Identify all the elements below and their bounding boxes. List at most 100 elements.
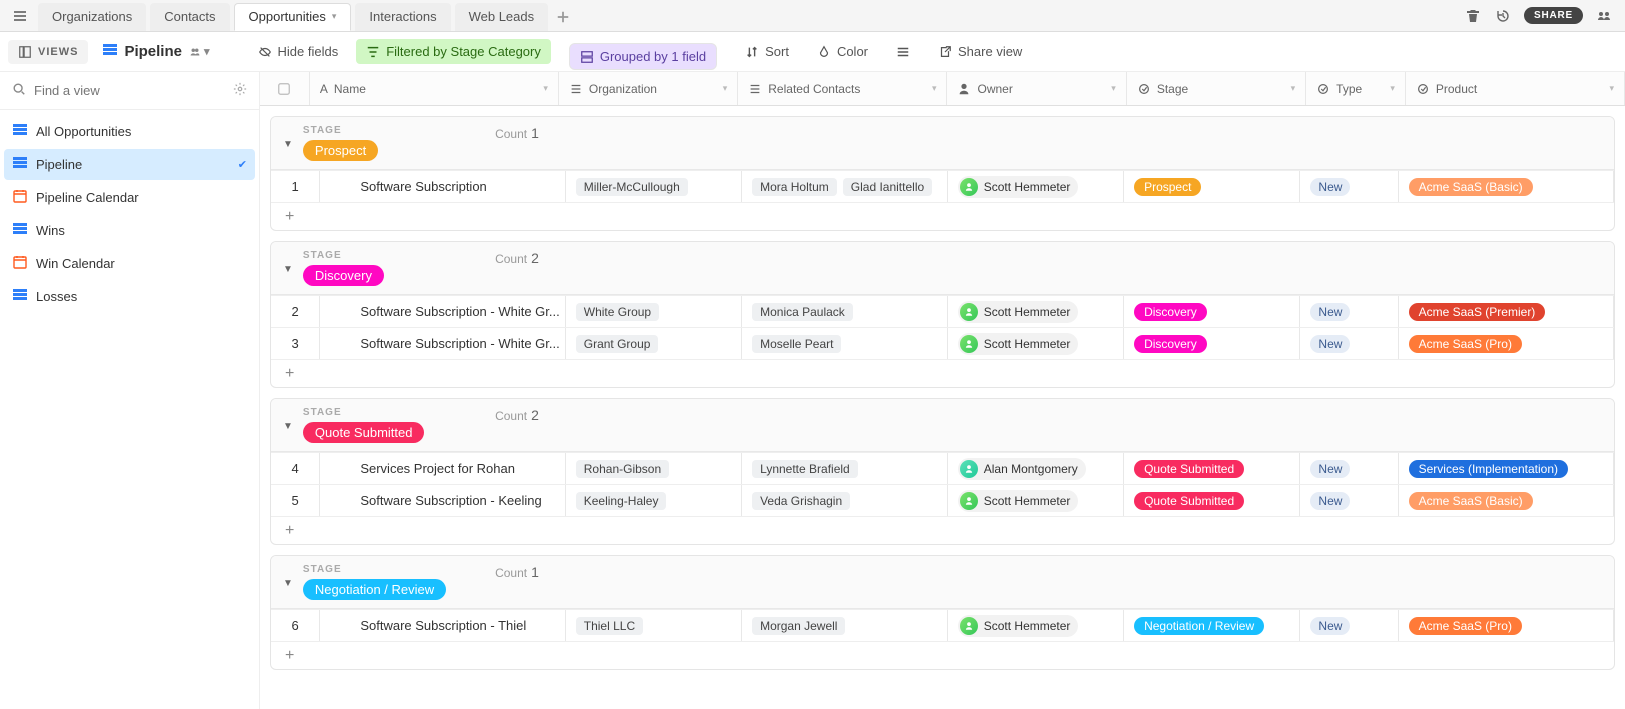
cell-related-contacts[interactable]: Morgan Jewell	[742, 610, 948, 641]
collapse-group-icon[interactable]: ▼	[283, 250, 293, 275]
find-view-input[interactable]	[34, 83, 225, 98]
group-field-label: STAGE	[303, 564, 446, 575]
cell-type[interactable]: New	[1300, 453, 1398, 484]
cell-stage[interactable]: Discovery	[1124, 328, 1300, 359]
collapse-group-icon[interactable]: ▼	[283, 564, 293, 589]
cell-stage[interactable]: Quote Submitted	[1124, 485, 1300, 516]
share-view-button[interactable]: Share view	[928, 39, 1032, 64]
cell-organization[interactable]: Thiel LLC	[566, 610, 742, 641]
tab-organizations[interactable]: Organizations	[38, 3, 146, 31]
trash-icon[interactable]	[1464, 7, 1482, 25]
cell-type[interactable]: New	[1300, 171, 1398, 202]
table-row[interactable]: 6 Software Subscription - Thiel Thiel LL…	[271, 609, 1614, 641]
tab-web-leads[interactable]: Web Leads	[455, 3, 549, 31]
cell-organization[interactable]: Miller-McCullough	[566, 171, 742, 202]
cell-product[interactable]: Acme SaaS (Pro)	[1399, 328, 1614, 359]
tab-interactions[interactable]: Interactions	[355, 3, 450, 31]
cell-stage[interactable]: Negotiation / Review	[1124, 610, 1300, 641]
cell-type[interactable]: New	[1300, 328, 1398, 359]
sidebar-view-pipeline[interactable]: Pipeline ✔	[4, 149, 255, 180]
cell-owner[interactable]: Scott Hemmeter	[948, 485, 1124, 516]
cell-product[interactable]: Acme SaaS (Pro)	[1399, 610, 1614, 641]
cell-organization[interactable]: Grant Group	[566, 328, 742, 359]
cell-organization[interactable]: Keeling-Haley	[566, 485, 742, 516]
sidebar-view-all-opportunities[interactable]: All Opportunities	[4, 116, 255, 147]
share-button[interactable]: SHARE	[1524, 7, 1583, 24]
select-all-checkbox[interactable]	[260, 72, 310, 105]
view-collab-dropdown[interactable]: ▾	[188, 45, 210, 59]
sidebar-view-win-calendar[interactable]: Win Calendar	[4, 248, 255, 279]
col-header-owner[interactable]: Owner ▾	[947, 72, 1126, 105]
collapse-group-icon[interactable]: ▼	[283, 125, 293, 150]
cell-name[interactable]: Software Subscription - White Gr...	[320, 296, 565, 327]
cell-related-contacts[interactable]: Lynnette Brafield	[742, 453, 948, 484]
history-icon[interactable]	[1494, 7, 1512, 25]
cell-name[interactable]: Services Project for Rohan	[320, 453, 565, 484]
cell-type[interactable]: New	[1300, 296, 1398, 327]
table-row[interactable]: 1 Software Subscription Miller-McCulloug…	[271, 170, 1614, 202]
color-button[interactable]: Color	[807, 39, 878, 64]
cell-stage[interactable]: Discovery	[1124, 296, 1300, 327]
cell-stage[interactable]: Prospect	[1124, 171, 1300, 202]
cell-owner[interactable]: Scott Hemmeter	[948, 610, 1124, 641]
add-table-tab[interactable]	[548, 3, 578, 31]
group-stage-pill: Quote Submitted	[303, 422, 425, 443]
collab-icon[interactable]	[1595, 7, 1613, 25]
cell-stage[interactable]: Quote Submitted	[1124, 453, 1300, 484]
select-icon	[1137, 82, 1151, 96]
col-header-name[interactable]: A Name ▾	[310, 72, 559, 105]
table-row[interactable]: 2 Software Subscription - White Gr... Wh…	[271, 295, 1614, 327]
col-header-organization[interactable]: Organization ▾	[559, 72, 738, 105]
add-record-button[interactable]: +	[271, 516, 1614, 544]
cell-product[interactable]: Acme SaaS (Basic)	[1399, 485, 1614, 516]
cell-owner[interactable]: Scott Hemmeter	[948, 328, 1124, 359]
cell-related-contacts[interactable]: Veda Grishagin	[742, 485, 948, 516]
col-header-stage[interactable]: Stage ▾	[1127, 72, 1306, 105]
col-header-related-contacts[interactable]: Related Contacts ▾	[738, 72, 947, 105]
col-header-product[interactable]: Product ▾	[1406, 72, 1625, 105]
row-height-button[interactable]	[886, 40, 920, 64]
grid-icon	[12, 122, 28, 141]
cell-organization[interactable]: White Group	[566, 296, 742, 327]
cell-organization[interactable]: Rohan-Gibson	[566, 453, 742, 484]
collapse-group-icon[interactable]: ▼	[283, 407, 293, 432]
cell-product[interactable]: Services (Implementation)	[1399, 453, 1614, 484]
cell-type[interactable]: New	[1300, 610, 1398, 641]
cell-name[interactable]: Software Subscription - Keeling	[320, 485, 565, 516]
tab-opportunities[interactable]: Opportunities▾	[234, 3, 352, 31]
cell-name[interactable]: Software Subscription	[320, 171, 565, 202]
cell-name[interactable]: Software Subscription - White Gr...	[320, 328, 565, 359]
sidebar-view-pipeline-calendar[interactable]: Pipeline Calendar	[4, 182, 255, 213]
filter-button[interactable]: Filtered by Stage Category	[356, 39, 551, 64]
cell-related-contacts[interactable]: Moselle Peart	[742, 328, 948, 359]
table-row[interactable]: 3 Software Subscription - White Gr... Gr…	[271, 327, 1614, 359]
views-toggle[interactable]: VIEWS	[8, 40, 88, 64]
cell-owner[interactable]: Alan Montgomery	[948, 453, 1124, 484]
cell-product[interactable]: Acme SaaS (Basic)	[1399, 171, 1614, 202]
sidebar-view-wins[interactable]: Wins	[4, 215, 255, 246]
col-header-type[interactable]: Type ▾	[1306, 72, 1406, 105]
hide-fields-button[interactable]: Hide fields	[248, 39, 349, 64]
cell-related-contacts[interactable]: Monica Paulack	[742, 296, 948, 327]
cell-owner[interactable]: Scott Hemmeter	[948, 296, 1124, 327]
cell-type[interactable]: New	[1300, 485, 1398, 516]
view-settings-icon[interactable]	[233, 82, 247, 99]
group-stage-pill: Prospect	[303, 140, 378, 161]
row-number: 5	[271, 485, 320, 516]
add-record-button[interactable]: +	[271, 202, 1614, 230]
add-record-button[interactable]: +	[271, 359, 1614, 387]
group-button[interactable]: Grouped by 1 field	[569, 43, 717, 70]
table-row[interactable]: 5 Software Subscription - Keeling Keelin…	[271, 484, 1614, 516]
hamburger-icon[interactable]	[6, 2, 34, 30]
cell-name[interactable]: Software Subscription - Thiel	[320, 610, 565, 641]
sidebar-view-losses[interactable]: Losses	[4, 281, 255, 312]
cell-related-contacts[interactable]: Mora Holtum Glad Ianittello	[742, 171, 948, 202]
chevron-down-icon: ▾	[1609, 83, 1614, 94]
add-record-button[interactable]: +	[271, 641, 1614, 669]
table-row[interactable]: 4 Services Project for Rohan Rohan-Gibso…	[271, 452, 1614, 484]
tab-contacts[interactable]: Contacts	[150, 3, 229, 31]
sort-button[interactable]: Sort	[735, 39, 799, 64]
cell-owner[interactable]: Scott Hemmeter	[948, 171, 1124, 202]
cell-product[interactable]: Acme SaaS (Premier)	[1399, 296, 1614, 327]
group-negotiation-review: ▼ STAGE Negotiation / Review Count1 6 So…	[270, 555, 1615, 670]
